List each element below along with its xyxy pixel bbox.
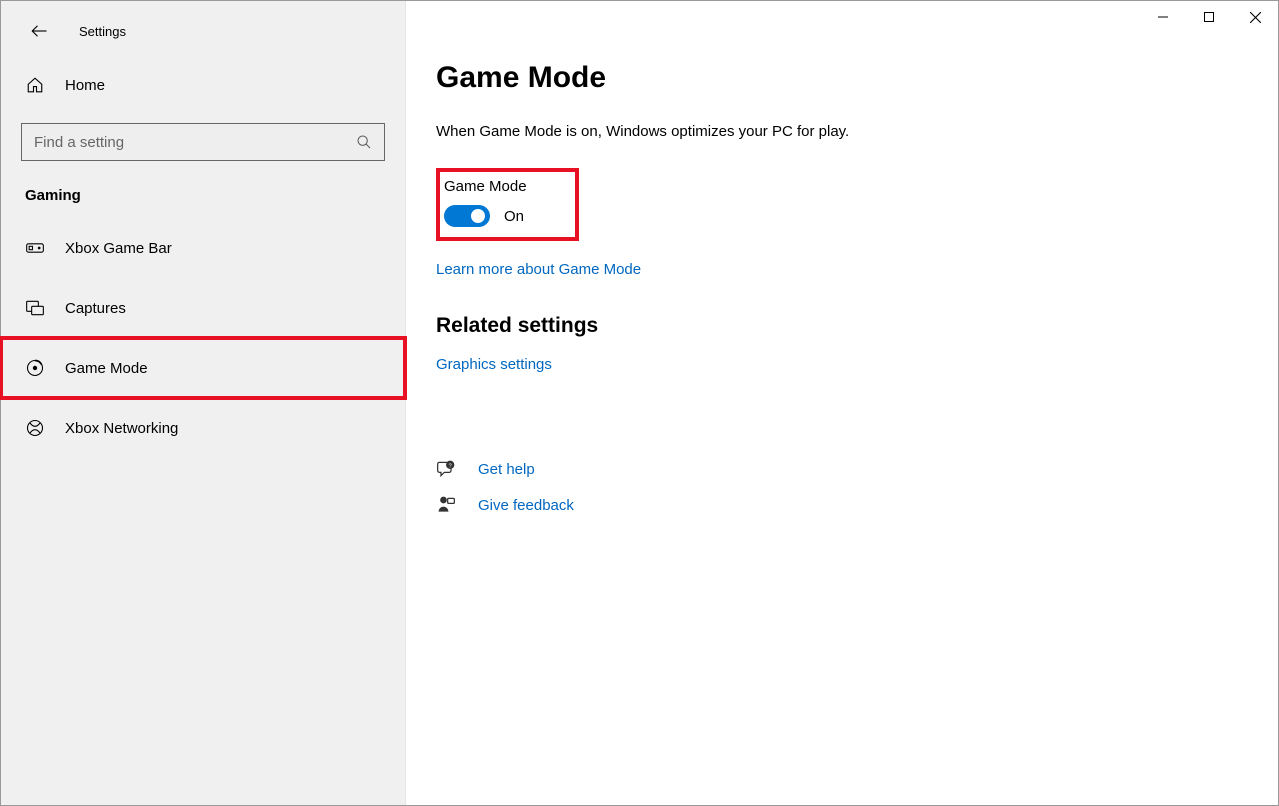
home-nav[interactable]: Home: [1, 61, 405, 109]
home-icon: [25, 75, 45, 95]
game-mode-toggle[interactable]: [444, 205, 490, 227]
back-button[interactable]: [27, 19, 51, 43]
game-mode-toggle-section: Game Mode On: [436, 168, 579, 241]
app-title: Settings: [79, 24, 126, 39]
main-content: Game Mode When Game Mode is on, Windows …: [406, 1, 1278, 805]
xbox-network-icon: [25, 418, 45, 438]
search-icon: [354, 132, 374, 152]
sidebar-item-game-mode[interactable]: Game Mode: [1, 338, 405, 398]
sidebar-item-captures[interactable]: Captures: [1, 278, 405, 338]
window-controls: [1140, 1, 1278, 33]
toggle-label: Game Mode: [444, 178, 527, 195]
get-help-link[interactable]: Get help: [478, 461, 535, 478]
related-settings-heading: Related settings: [436, 314, 1238, 338]
game-bar-icon: [25, 238, 45, 258]
page-description: When Game Mode is on, Windows optimizes …: [436, 123, 1238, 140]
sidebar-item-xbox-game-bar[interactable]: Xbox Game Bar: [1, 218, 405, 278]
give-feedback-link[interactable]: Give feedback: [478, 497, 574, 514]
sidebar-item-label: Xbox Game Bar: [65, 240, 172, 257]
learn-more-link[interactable]: Learn more about Game Mode: [436, 261, 641, 278]
minimize-button[interactable]: [1140, 1, 1186, 33]
toggle-state: On: [504, 208, 524, 225]
sidebar-item-label: Game Mode: [65, 360, 148, 377]
get-help-row[interactable]: ? Get help: [436, 459, 1238, 479]
graphics-settings-link[interactable]: Graphics settings: [436, 356, 552, 373]
home-label: Home: [65, 77, 105, 94]
page-title: Game Mode: [436, 61, 1238, 95]
game-mode-icon: [25, 358, 45, 378]
sidebar: Settings Home Gaming Xbox Game Bar: [1, 1, 406, 805]
close-button[interactable]: [1232, 1, 1278, 33]
sidebar-item-xbox-networking[interactable]: Xbox Networking: [1, 398, 405, 458]
sidebar-item-label: Xbox Networking: [65, 420, 178, 437]
search-box[interactable]: [21, 123, 385, 161]
search-input[interactable]: [34, 124, 354, 160]
sidebar-item-label: Captures: [65, 300, 126, 317]
maximize-button[interactable]: [1186, 1, 1232, 33]
give-feedback-row[interactable]: Give feedback: [436, 495, 1238, 515]
toggle-knob: [471, 209, 485, 223]
feedback-icon: [436, 495, 456, 515]
captures-icon: [25, 298, 45, 318]
help-icon: ?: [436, 459, 456, 479]
sidebar-category: Gaming: [1, 179, 405, 218]
